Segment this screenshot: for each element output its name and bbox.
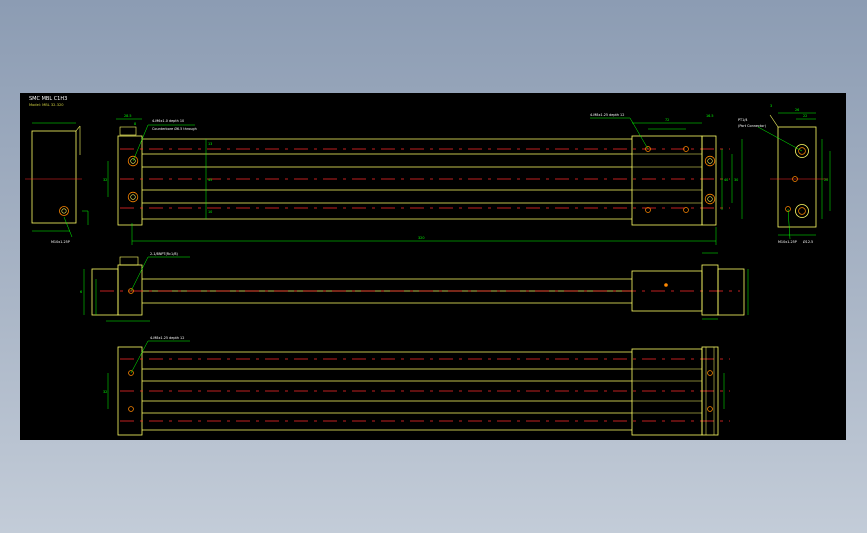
dim-6: 6 [80, 290, 82, 294]
dim-10-a: 10 [208, 210, 212, 214]
dim-45: 45 [208, 178, 212, 182]
side-view-middle: 2-1/8NPT(Rc1/8) 6 [80, 252, 749, 322]
dim-overall-length: 320 [418, 236, 424, 240]
end-view-right: 26 22 3 20 PT1/4 (Port Connector) M10x1.… [738, 104, 831, 244]
dim-72: 72 [665, 118, 669, 122]
dim-26: 26 [795, 108, 799, 112]
dim-32: 32 [103, 178, 107, 182]
note-bottom-port: 4-M8x1.25 depth 12 [150, 336, 184, 340]
note-top-left-port: 4-M6x1.0 depth 10 [152, 119, 184, 123]
dim-22: 22 [803, 114, 807, 118]
dim-8: 8 [134, 122, 136, 126]
note-right-port: PT1/4 [738, 118, 748, 122]
note-top-left-port-2: Counterbore Ø6.5 through [152, 126, 197, 131]
dim-3: 3 [770, 104, 772, 108]
cad-drawing-sheet: SMC MBL C1H3 Model: MBL 32-320 M10x1.25P [20, 93, 846, 440]
dim-32-bottom: 32 [103, 390, 107, 394]
end-label-right-2: Ø12.5 [803, 239, 813, 244]
note-side-port: 2-1/8NPT(Rc1/8) [150, 252, 178, 256]
note-top-right-port: 4-M8x1.25 depth 12 [590, 113, 624, 117]
dim-20: 20 [824, 178, 828, 182]
drawing-subtitle: Model: MBL 32-320 [29, 103, 64, 107]
note-right-port-2: (Port Connector) [738, 124, 767, 128]
end-label-right: M10x1.25P [778, 240, 797, 244]
end-label-left: M10x1.25P [51, 240, 70, 244]
drawing-title: SMC MBL C1H3 [29, 96, 67, 102]
cad-drawing: SMC MBL C1H3 Model: MBL 32-320 M10x1.25P [25, 96, 831, 436]
dim-13: 13 [208, 142, 212, 146]
dim-16-5: 16.5 [706, 114, 714, 118]
dim-40: 40 [724, 178, 728, 182]
dim-30: 30 [734, 178, 738, 182]
bottom-view: 4-M8x1.25 depth 12 32 [103, 336, 730, 436]
plan-view-top: 320 28.5 8 32 45 10 13 72 16.5 40 30 4-M… [103, 113, 743, 245]
end-view-left: M10x1.25P [25, 122, 89, 244]
dim-28-5: 28.5 [124, 114, 132, 118]
